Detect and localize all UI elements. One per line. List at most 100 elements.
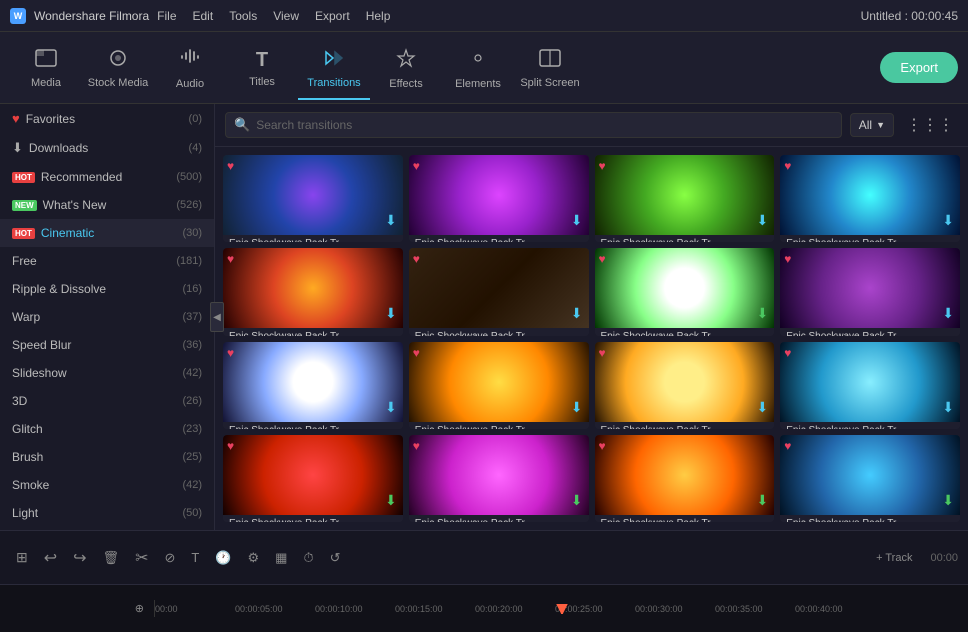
sidebar-count-whats-new: (526) (176, 199, 202, 211)
sidebar-item-3d[interactable]: 3D (26) (0, 387, 214, 415)
timeline-audio[interactable]: ▦ (269, 546, 293, 570)
search-input-wrapper[interactable]: 🔍 (225, 112, 842, 138)
search-input[interactable] (256, 118, 833, 132)
transition-card-16[interactable]: ♥ ⬇ Epic Shockwave Pack Tr... (780, 435, 960, 522)
sidebar-item-cinematic[interactable]: HOT Cinematic (30) (0, 219, 214, 247)
titles-icon: T (256, 49, 268, 72)
transition-card-13[interactable]: ♥ ⬇ Epic Shockwave Pack Tr... (223, 435, 403, 522)
toolbar-item-effects[interactable]: Effects (370, 36, 442, 100)
timeline-color[interactable]: ⚙ (242, 546, 266, 570)
transition-card-14[interactable]: ♥ ⬇ Epic Shockwave Pack Tr... (409, 435, 589, 522)
sidebar-label-slideshow: Slideshow (12, 366, 67, 380)
menu-item-view[interactable]: View (273, 9, 299, 23)
timeline-tool-scenes[interactable]: ⊞ (10, 545, 34, 570)
sidebar-item-whats-new[interactable]: NEW What's New (526) (0, 191, 214, 219)
download-icon-1[interactable]: ⬇ (385, 212, 397, 229)
transition-card-8[interactable]: ♥ ⬇ Epic Shockwave Pack Tr... (780, 248, 960, 335)
toolbar-item-transitions[interactable]: Transitions (298, 36, 370, 100)
sidebar-item-speed-blur[interactable]: Speed Blur (36) (0, 331, 214, 359)
timeline-delete[interactable]: 🗑 (97, 546, 126, 570)
transition-card-3[interactable]: ♥ ⬇ Epic Shockwave Pack Tr... (595, 155, 775, 242)
toolbar-item-audio[interactable]: Audio (154, 36, 226, 100)
transition-card-5[interactable]: ♥ ⬇ Epic Shockwave Pack Tr... (223, 248, 403, 335)
download-icon-15[interactable]: ⬇ (757, 492, 769, 509)
transition-card-10[interactable]: ♥ ⬇ Epic Shockwave Pack Tr... (409, 342, 589, 429)
transition-thumbnail-3: ♥ ⬇ (595, 155, 775, 235)
toolbar-item-titles[interactable]: TTitles (226, 36, 298, 100)
timeline-text[interactable]: T (185, 546, 205, 569)
sidebar-item-recommended[interactable]: HOT Recommended (500) (0, 163, 214, 191)
sidebar-item-glitch[interactable]: Glitch (23) (0, 415, 214, 443)
sidebar-item-downloads[interactable]: ⬇ Downloads (4) (0, 133, 214, 163)
download-icon-7[interactable]: ⬇ (757, 305, 769, 322)
timeline-track-add[interactable]: ⊕ (133, 600, 146, 617)
transition-card-1[interactable]: ♥ ⬇ Epic Shockwave Pack Tr... (223, 155, 403, 242)
transition-card-9[interactable]: ♥ ⬇ Epic Shockwave Pack Tr... (223, 342, 403, 429)
sidebar-item-brush[interactable]: Brush (25) (0, 443, 214, 471)
favorite-icon-1: ♥ (227, 159, 234, 173)
favorite-icon-2: ♥ (413, 159, 420, 173)
sidebar-collapse-button[interactable]: ◀ (210, 302, 224, 332)
transition-card-15[interactable]: ♥ ⬇ Epic Shockwave Pack Tr... (595, 435, 775, 522)
download-icon-16[interactable]: ⬇ (942, 492, 954, 509)
sidebar-item-ripple-dissolve[interactable]: Ripple & Dissolve (16) (0, 275, 214, 303)
download-icon-5[interactable]: ⬇ (385, 305, 397, 322)
menu-item-tools[interactable]: Tools (229, 9, 257, 23)
sidebar-item-left-cinematic: HOT Cinematic (12, 226, 94, 240)
transition-label-6: Epic Shockwave Pack Tr... (409, 328, 589, 335)
download-icon-13[interactable]: ⬇ (385, 492, 397, 509)
timeline-redo[interactable]: ↪ (67, 544, 92, 572)
download-icon-10[interactable]: ⬇ (571, 399, 583, 416)
sidebar-item-smoke[interactable]: Smoke (42) (0, 471, 214, 499)
transition-card-11[interactable]: ♥ ⬇ Epic Shockwave Pack Tr... (595, 342, 775, 429)
favorite-icon-6: ♥ (413, 252, 420, 266)
transition-card-12[interactable]: ♥ ⬇ Epic Shockwave Pack Tr... (780, 342, 960, 429)
sidebar-item-left-3d: 3D (12, 394, 27, 408)
toolbar-item-elements[interactable]: Elements (442, 36, 514, 100)
search-icon: 🔍 (234, 117, 250, 133)
sidebar-item-favorites[interactable]: ♥ Favorites (0) (0, 104, 214, 133)
transition-thumbnail-13: ♥ ⬇ (223, 435, 403, 515)
sidebar-count-warp: (37) (182, 311, 202, 323)
sidebar-item-slideshow[interactable]: Slideshow (42) (0, 359, 214, 387)
download-icon-12[interactable]: ⬇ (942, 399, 954, 416)
toolbar-item-split-screen[interactable]: Split Screen (514, 36, 586, 100)
toolbar-item-media[interactable]: Media (10, 36, 82, 100)
sidebar-label-cinematic: Cinematic (41, 226, 94, 240)
timeline-crop[interactable]: ⊘ (158, 546, 181, 570)
timeline-undo[interactable]: ↩ (38, 544, 63, 572)
transition-card-6[interactable]: ♥ ⬇ Epic Shockwave Pack Tr... (409, 248, 589, 335)
download-icon-11[interactable]: ⬇ (757, 399, 769, 416)
transition-card-2[interactable]: ♥ ⬇ Epic Shockwave Pack Tr... (409, 155, 589, 242)
export-button[interactable]: Export (880, 52, 958, 83)
download-icon-6[interactable]: ⬇ (571, 305, 583, 322)
chevron-down-icon: ▼ (876, 120, 885, 130)
transition-card-4[interactable]: ♥ ⬇ Epic Shockwave Pack Tr... (780, 155, 960, 242)
filter-dropdown[interactable]: All ▼ (850, 113, 894, 137)
timeline-add-track[interactable]: + Track (870, 548, 918, 568)
grid-view-button[interactable]: ⋮⋮⋮ (902, 113, 958, 137)
download-icon-3[interactable]: ⬇ (757, 212, 769, 229)
toolbar-item-stock-media[interactable]: Stock Media (82, 36, 154, 100)
sidebar-item-free[interactable]: Free (181) (0, 247, 214, 275)
timeline-cut[interactable]: ✂ (129, 544, 154, 572)
transition-label-9: Epic Shockwave Pack Tr... (223, 422, 403, 429)
sidebar-item-light[interactable]: Light (50) (0, 499, 214, 527)
menu-item-file[interactable]: File (157, 9, 176, 23)
hot-badge: HOT (12, 172, 35, 183)
download-icon-8[interactable]: ⬇ (942, 305, 954, 322)
timeline-360[interactable]: ↺ (324, 546, 347, 570)
menu-item-help[interactable]: Help (366, 9, 391, 23)
timeline-speed[interactable]: 🕐 (209, 546, 237, 570)
download-icon-9[interactable]: ⬇ (385, 399, 397, 416)
download-icon-4[interactable]: ⬇ (942, 212, 954, 229)
timeline-stabilize[interactable]: ⏱ (297, 546, 319, 570)
download-icon-2[interactable]: ⬇ (571, 212, 583, 229)
menu-item-export[interactable]: Export (315, 9, 350, 23)
menu-item-edit[interactable]: Edit (193, 9, 214, 23)
sidebar-item-warp[interactable]: Warp (37) (0, 303, 214, 331)
toolbar-label-effects: Effects (389, 78, 422, 90)
transition-card-7[interactable]: ♥ ⬇ Epic Shockwave Pack Tr... (595, 248, 775, 335)
sidebar-label-speed-blur: Speed Blur (12, 338, 71, 352)
download-icon-14[interactable]: ⬇ (571, 492, 583, 509)
